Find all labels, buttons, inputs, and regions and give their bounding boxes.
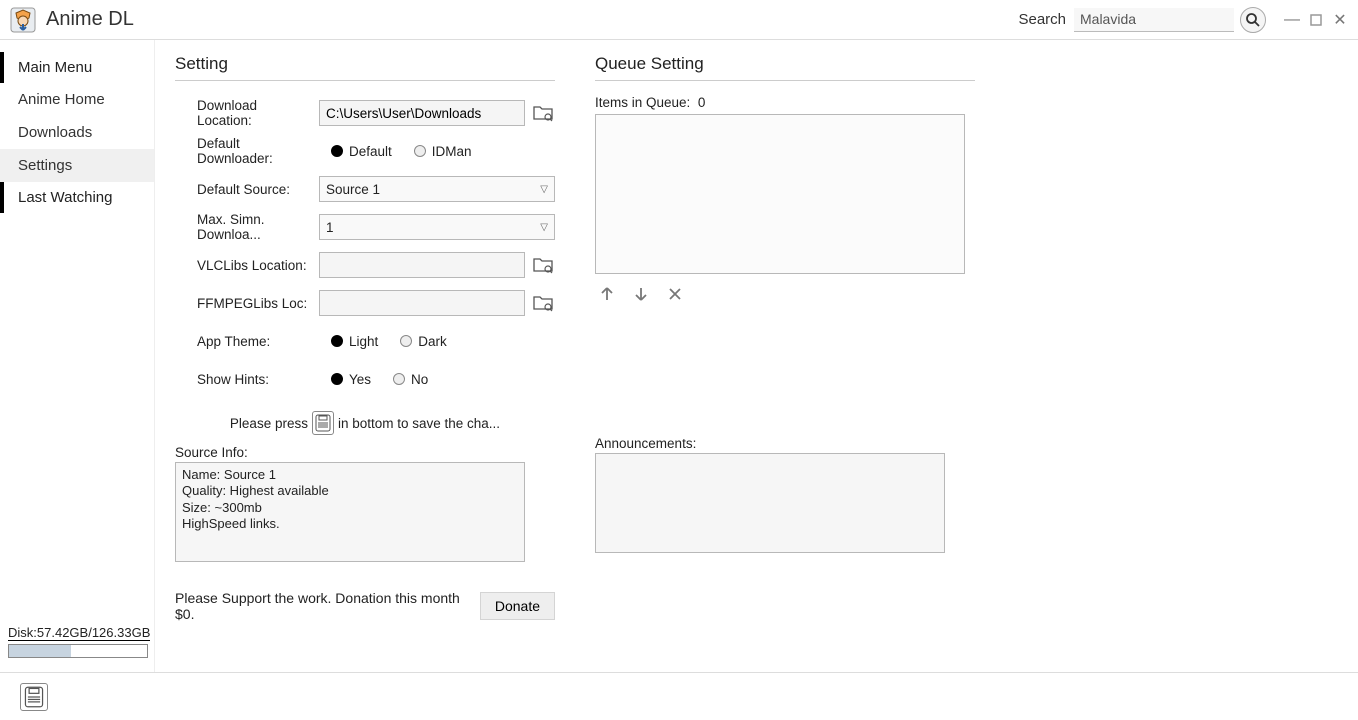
disk-usage: Disk:57.42GB/126.33GB <box>0 625 154 672</box>
queue-count: 0 <box>698 95 706 110</box>
queue-move-up[interactable] <box>595 282 619 306</box>
queue-move-down[interactable] <box>629 282 653 306</box>
close-button[interactable]: ✕ <box>1332 12 1348 28</box>
vlclibs-label: VLCLibs Location: <box>197 258 319 273</box>
ffmpeglibs-input[interactable] <box>319 290 525 316</box>
search-input[interactable] <box>1074 8 1234 32</box>
vlclibs-input[interactable] <box>319 252 525 278</box>
download-location-label: Download Location: <box>197 98 319 128</box>
theme-radio-dark[interactable]: Dark <box>400 334 447 349</box>
disk-label: Disk:57.42GB/126.33GB <box>8 625 150 641</box>
download-location-browse[interactable] <box>531 102 555 124</box>
save-hint: Please press in bottom to save the cha..… <box>175 411 555 435</box>
donate-button[interactable]: Donate <box>480 592 555 620</box>
queue-panel: Queue Setting Items in Queue: 0 Announce… <box>595 54 975 672</box>
hints-radio-yes[interactable]: Yes <box>331 372 371 387</box>
maximize-button[interactable] <box>1308 12 1324 28</box>
search-button[interactable] <box>1240 7 1266 33</box>
max-simul-label: Max. Simn. Downloa... <box>197 212 319 242</box>
max-simul-select[interactable]: 1▽ <box>319 214 555 240</box>
settings-title: Setting <box>175 54 555 74</box>
default-downloader-label: Default Downloader: <box>197 136 319 166</box>
queue-remove[interactable] <box>663 282 687 306</box>
sidebar-item-anime-home[interactable]: Anime Home <box>0 83 154 116</box>
donate-text: Please Support the work. Donation this m… <box>175 590 468 622</box>
default-source-label: Default Source: <box>197 182 319 197</box>
downloader-radio-default[interactable]: Default <box>331 144 392 159</box>
hints-radio-no[interactable]: No <box>393 372 428 387</box>
sidebar-item-downloads[interactable]: Downloads <box>0 116 154 149</box>
announcements-box <box>595 453 945 553</box>
ffmpeglibs-label: FFMPEGLibs Loc: <box>197 296 319 311</box>
queue-list[interactable] <box>595 114 965 274</box>
queue-title: Queue Setting <box>595 54 975 74</box>
app-title: Anime DL <box>46 8 134 31</box>
app-theme-label: App Theme: <box>197 334 319 349</box>
sidebar-item-settings[interactable]: Settings <box>0 149 154 182</box>
save-icon <box>312 411 334 435</box>
sidebar-heading-main: Main Menu <box>0 52 154 83</box>
default-source-select[interactable]: Source 1▽ <box>319 176 555 202</box>
download-location-input[interactable] <box>319 100 525 126</box>
app-icon <box>10 7 36 33</box>
minimize-button[interactable]: — <box>1284 12 1300 28</box>
source-info-label: Source Info: <box>175 445 555 460</box>
sidebar-heading-last: Last Watching <box>0 182 154 213</box>
search-label: Search <box>1018 11 1066 28</box>
bottombar <box>0 672 1358 720</box>
settings-panel: Setting Download Location: Default Do <box>175 54 555 672</box>
save-button[interactable] <box>20 683 48 711</box>
theme-radio-light[interactable]: Light <box>331 334 378 349</box>
chevron-down-icon: ▽ <box>540 184 548 195</box>
sidebar: Main Menu Anime Home Downloads Settings … <box>0 40 155 672</box>
source-info-box: Name: Source 1 Quality: Highest availabl… <box>175 462 525 562</box>
titlebar: Anime DL Search — ✕ <box>0 0 1358 40</box>
show-hints-label: Show Hints: <box>197 372 319 387</box>
chevron-down-icon: ▽ <box>540 222 548 233</box>
ffmpeglibs-browse[interactable] <box>531 292 555 314</box>
disk-bar <box>8 644 148 658</box>
downloader-radio-idman[interactable]: IDMan <box>414 144 472 159</box>
vlclibs-browse[interactable] <box>531 254 555 276</box>
queue-count-row: Items in Queue: 0 <box>595 95 975 110</box>
announcements-label: Announcements: <box>595 436 975 451</box>
